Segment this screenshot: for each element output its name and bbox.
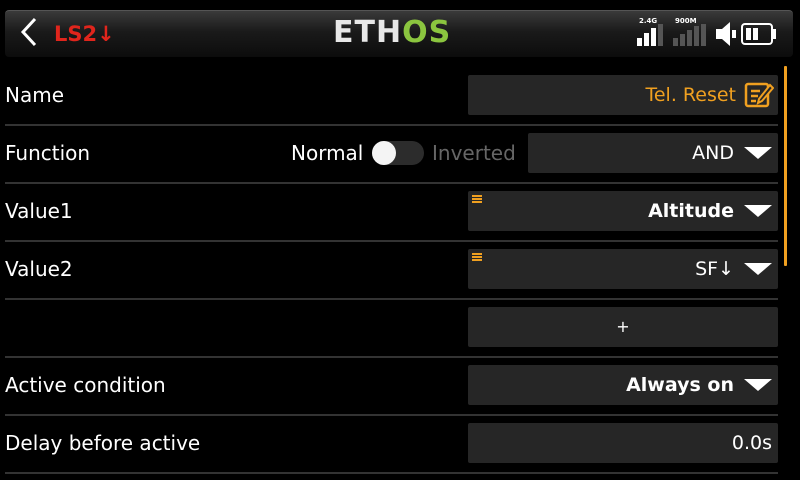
toggle-knob	[372, 141, 396, 165]
dropdown-arrow-icon	[744, 205, 772, 217]
signal-900m-icon	[673, 24, 706, 46]
logo-text-os: OS	[402, 15, 452, 50]
function-label: Function	[5, 141, 91, 165]
back-arrow-icon	[20, 17, 37, 47]
value2-label: Value2	[5, 257, 73, 281]
option-normal-label: Normal	[291, 141, 364, 165]
row-value2: Value2 SF↓	[5, 240, 778, 300]
value1-label: Value1	[5, 199, 73, 223]
add-button[interactable]: +	[468, 307, 778, 347]
active-condition-value: Always on	[626, 374, 734, 396]
delay-label: Delay before active	[5, 431, 201, 455]
edit-icon[interactable]	[744, 81, 774, 109]
row-function: Function Normal Inverted AND	[5, 124, 778, 184]
value1-value: Altitude	[648, 200, 734, 222]
option-inverted-label: Inverted	[432, 141, 516, 165]
plus-label: +	[616, 317, 630, 336]
row-value1: Value1 Altitude	[5, 182, 778, 242]
value2-dropdown[interactable]: SF↓	[468, 249, 778, 289]
row-add: +	[5, 298, 778, 358]
active-condition-label: Active condition	[5, 373, 166, 397]
back-button[interactable]	[12, 14, 46, 50]
row-active-condition: Active condition Always on	[5, 356, 778, 416]
row-name: Name Tel. Reset	[5, 66, 778, 126]
top-bar: LS2↓ ETHOS 2.4G 900M	[0, 0, 800, 62]
inverted-toggle[interactable]	[372, 141, 424, 165]
dropdown-arrow-icon	[744, 263, 772, 275]
function-value: AND	[692, 142, 734, 164]
delay-field[interactable]: 0.0s	[468, 423, 778, 463]
speaker-icon	[716, 22, 736, 46]
name-field[interactable]: Tel. Reset	[468, 75, 778, 115]
signal-2-4g-icon	[637, 24, 663, 46]
value1-dropdown[interactable]: Altitude	[468, 191, 778, 231]
screen-title: LS2↓	[54, 22, 115, 46]
dropdown-arrow-icon	[744, 147, 772, 159]
delay-value: 0.0s	[731, 432, 772, 454]
scrollbar[interactable]	[784, 66, 787, 266]
active-condition-dropdown[interactable]: Always on	[468, 365, 778, 405]
value2-value: SF↓	[695, 258, 734, 280]
dropdown-arrow-icon	[744, 379, 772, 391]
ethos-logo: ETHOS	[333, 15, 451, 51]
battery-icon	[741, 23, 776, 45]
name-value: Tel. Reset	[645, 84, 736, 106]
function-dropdown[interactable]: AND	[528, 133, 778, 173]
source-list-icon	[472, 195, 482, 203]
source-list-icon	[472, 253, 482, 261]
name-label: Name	[5, 83, 65, 107]
logo-text-eth: ETH	[333, 15, 403, 50]
row-delay-before-active: Delay before active 0.0s	[5, 414, 778, 474]
